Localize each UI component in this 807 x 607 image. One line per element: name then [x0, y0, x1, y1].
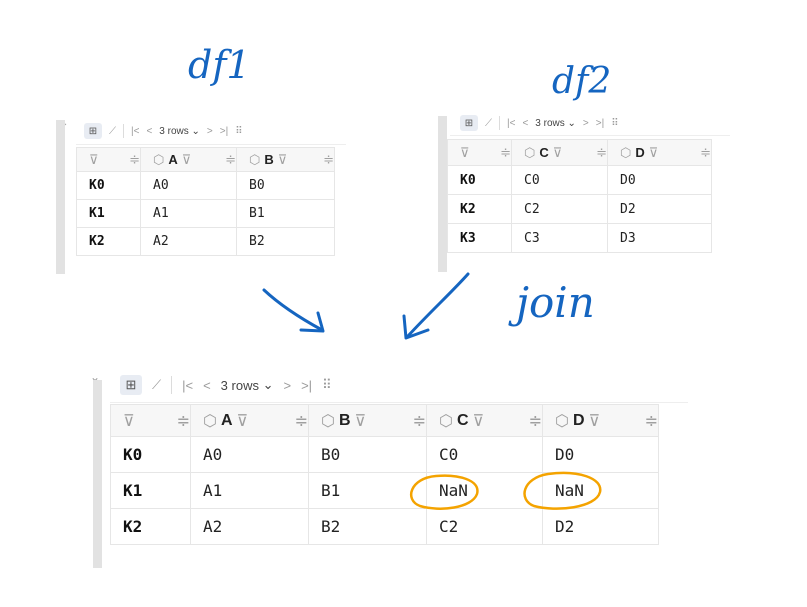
nan-circle-d	[523, 471, 602, 510]
nan-circle-c	[410, 474, 479, 510]
nan-highlight-circles	[410, 471, 602, 510]
nan-circle-group	[410, 471, 602, 510]
